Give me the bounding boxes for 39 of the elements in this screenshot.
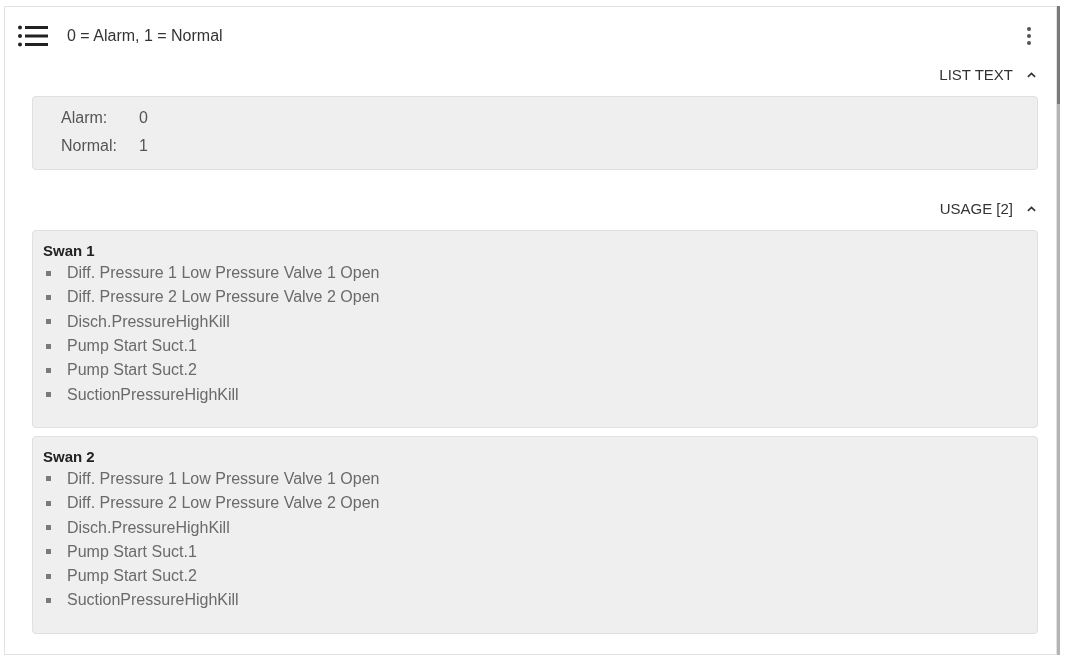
- bullet-icon: [46, 573, 51, 579]
- bullet-icon: [46, 319, 51, 325]
- usage-item: Pump Start Suct.1: [67, 541, 197, 562]
- bullet-icon: [46, 525, 51, 530]
- panel-title: 0 = Alarm, 1 = Normal: [67, 26, 223, 46]
- more-vertical-icon: [1027, 27, 1031, 45]
- bullet-icon: [46, 597, 51, 603]
- bullet-icon: [46, 294, 51, 300]
- usage-item: Pump Start Suct.2: [67, 566, 197, 587]
- chevron-up-icon: [1027, 206, 1036, 212]
- entry-label: Alarm:: [61, 108, 109, 128]
- bullet-icon: [46, 343, 51, 349]
- chevron-up-icon: [1027, 72, 1036, 78]
- bullet-icon: [46, 476, 51, 482]
- usage-item: Disch.PressureHighKill: [67, 311, 230, 332]
- bullet-icon: [46, 500, 51, 506]
- bullet-icon: [46, 392, 51, 398]
- bullet-icon: [46, 270, 51, 276]
- list-icon: [18, 25, 48, 47]
- entry-label: Normal:: [61, 136, 118, 156]
- usage-item: SuctionPressureHighKill: [67, 384, 239, 405]
- entry-value: 0: [139, 108, 148, 128]
- bullet-icon: [46, 549, 51, 555]
- usage-item: Disch.PressureHighKill: [67, 517, 230, 538]
- section-toggle[interactable]: USAGE [2]: [939, 199, 1036, 219]
- scrollbar-thumb[interactable]: [1057, 6, 1060, 104]
- entry-value: 1: [139, 136, 148, 156]
- usage-item: Diff. Pressure 2 Low Pressure Valve 2 Open: [67, 493, 380, 514]
- group-title: Swan 1: [43, 241, 95, 261]
- usage-item: Pump Start Suct.2: [67, 360, 197, 381]
- usage-item: Pump Start Suct.1: [67, 336, 197, 357]
- usage-item: Diff. Pressure 1 Low Pressure Valve 1 Open: [67, 468, 380, 489]
- bullet-icon: [46, 367, 51, 373]
- scrollbar[interactable]: [1057, 6, 1060, 655]
- usage-item: Diff. Pressure 1 Low Pressure Valve 1 Open: [67, 263, 380, 284]
- usage-item: Diff. Pressure 2 Low Pressure Valve 2 Open: [67, 287, 380, 308]
- section-toggle[interactable]: LIST TEXT: [939, 65, 1036, 85]
- group-title: Swan 2: [43, 446, 95, 467]
- usage-item: SuctionPressureHighKill: [67, 590, 239, 611]
